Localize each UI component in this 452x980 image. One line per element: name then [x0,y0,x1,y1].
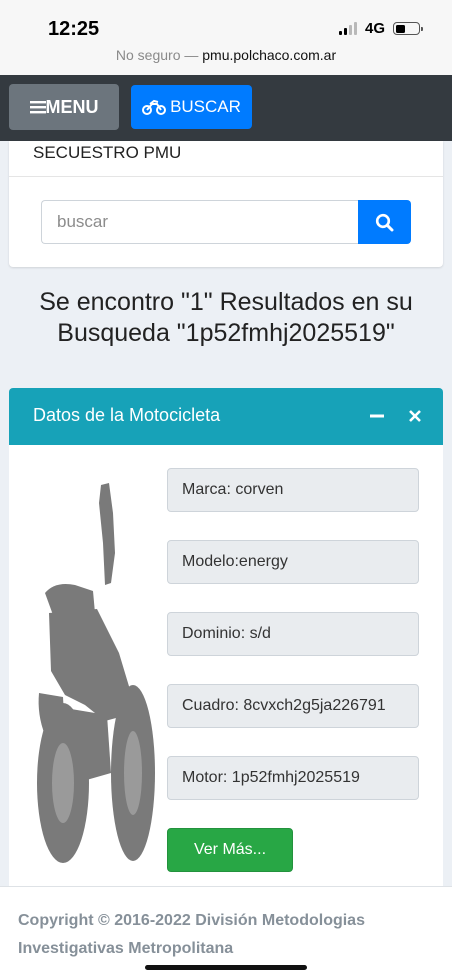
menu-button[interactable]: MENU [9,84,119,130]
card-header: Datos de la Motocicleta [9,388,443,445]
results-line-1: Se encontro "1" Resultados en su [39,288,413,316]
search-input[interactable] [41,200,358,244]
minus-icon [370,414,384,418]
close-icon [409,410,421,422]
signal-icon [338,22,357,35]
remove-button[interactable] [404,405,426,427]
url-domain: pmu.polchaco.com.ar [202,47,337,63]
cuadro-field: Cuadro: 8cvxch2g5ja226791 [167,684,419,728]
buscar-label: BUSCAR [170,97,241,116]
motor-field: Motor: 1p52fmhj2025519 [167,756,419,800]
copyright-text: Copyright © 2016-2022 División Metodolog… [18,912,365,957]
results-heading: Se encontro "1" Resultados en su Busqued… [0,287,452,349]
search-button[interactable] [358,200,411,244]
status-bar: 12:25 4G [0,0,452,42]
ver-mas-button[interactable]: Ver Más... [167,828,293,872]
battery-icon [393,22,423,35]
url-separator: — [184,47,199,63]
menu-label: MENU [45,96,99,117]
motorcycle-image [37,483,155,863]
motorcycle-icon [142,99,167,115]
results-line-2: Busqueda "1p52fmhj2025519" [57,319,395,347]
home-indicator[interactable] [145,965,307,970]
network-type: 4G [364,20,385,37]
marca-field: Marca: corven [167,468,419,512]
app-navbar: MENU BUSCAR [0,75,452,141]
status-indicators: 4G [338,20,423,37]
motorcycle-card: Datos de la Motocicleta Marca: corven Mo… [9,388,443,888]
card-title: Datos de la Motocicleta [33,405,221,425]
status-time: 12:25 [48,18,100,40]
search-icon [375,213,394,231]
url-bar[interactable]: No seguro — pmu.polchaco.com.ar [0,42,452,75]
card-divider [9,176,443,177]
collapse-button[interactable] [366,405,388,427]
dominio-field: Dominio: s/d [167,612,419,656]
buscar-button[interactable]: BUSCAR [131,85,252,129]
modelo-field: Modelo:energy [167,540,419,584]
search-card-title: SECUESTRO PMU [33,143,182,162]
security-label: No seguro [115,47,181,63]
search-card: SECUESTRO PMU [9,141,443,267]
hamburger-icon [29,101,46,114]
